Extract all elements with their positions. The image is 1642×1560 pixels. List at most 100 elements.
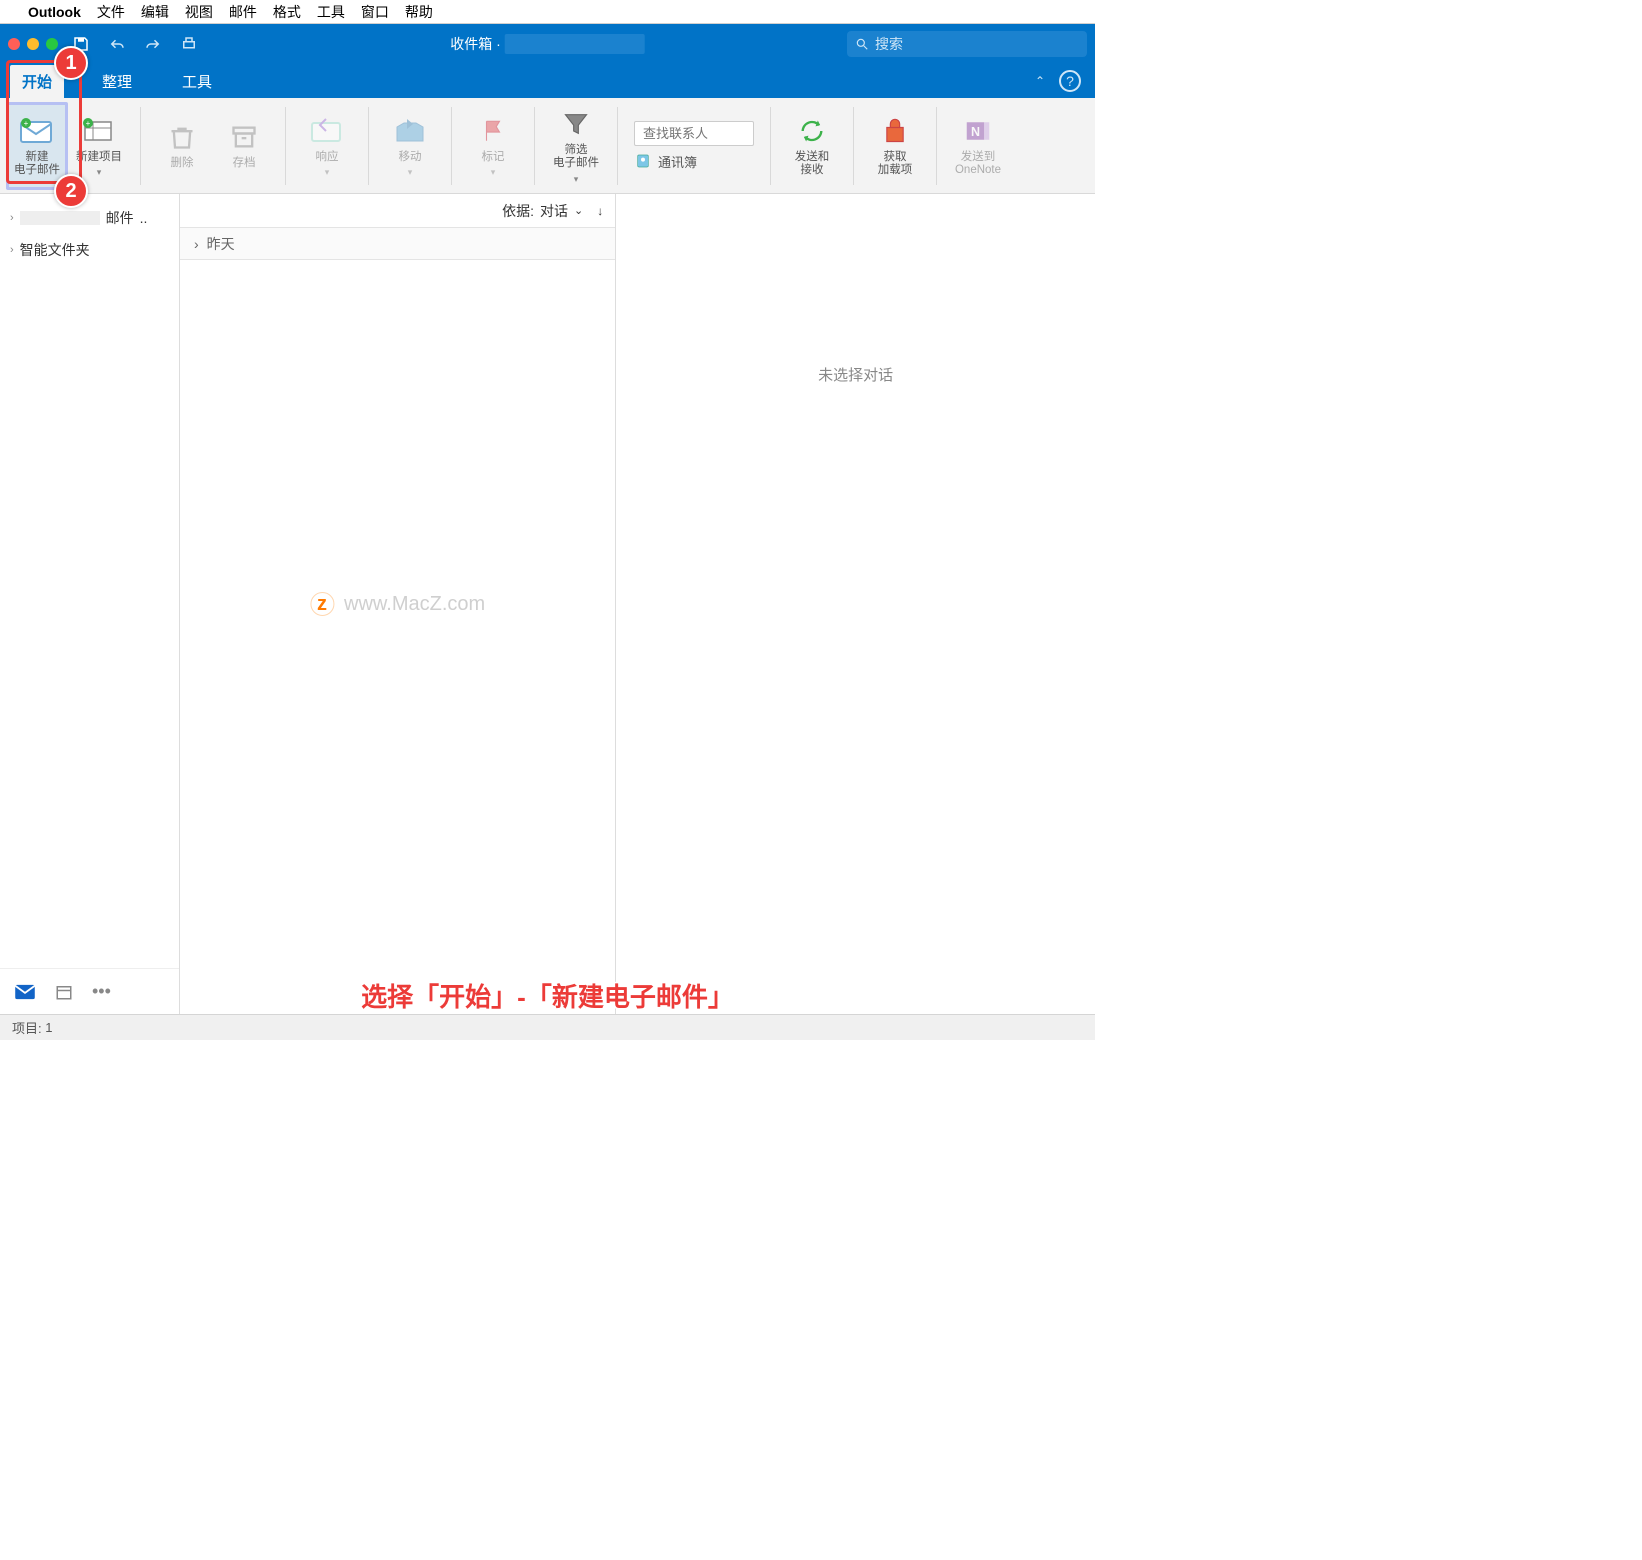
title-prefix: 收件箱 · <box>450 34 501 54</box>
sidebar-trailing: .. <box>140 210 148 226</box>
archive-icon <box>227 120 261 154</box>
chevron-right-icon: › <box>10 212 14 224</box>
move-button[interactable]: 移动 ▾ <box>379 102 441 190</box>
account-name-masked <box>505 34 645 54</box>
sort-bar[interactable]: 依据: 对话 ⌄ ↓ <box>180 194 615 228</box>
respond-button[interactable]: 响应 ▾ <box>296 102 358 190</box>
svg-text:+: + <box>24 119 29 128</box>
reply-icon <box>310 114 344 148</box>
mac-menu-help[interactable]: 帮助 <box>405 2 433 22</box>
chevron-down-icon: ▾ <box>325 167 330 177</box>
svg-text:N: N <box>971 125 980 139</box>
get-addins-label: 获取 加载项 <box>878 151 913 177</box>
watermark-text: www.MacZ.com <box>344 593 485 616</box>
window-controls <box>8 38 58 50</box>
ribbon: + 新建 电子邮件 + 新建项目 ▾ 删除 存档 响应 ▾ 移动 ▾ 标记 ▾ <box>0 98 1095 194</box>
flag-button[interactable]: 标记 ▾ <box>462 102 524 190</box>
chevron-down-icon: ⌄ <box>574 204 583 217</box>
mac-menu-view[interactable]: 视图 <box>185 2 213 22</box>
send-receive-label: 发送和 接收 <box>795 151 830 177</box>
filter-button[interactable]: 筛选 电子邮件 ▾ <box>545 102 607 190</box>
mac-menu-tools[interactable]: 工具 <box>317 2 345 22</box>
help-icon[interactable]: ? <box>1059 70 1081 92</box>
move-label: 移动 <box>399 151 422 164</box>
tab-tools[interactable]: 工具 <box>170 65 224 98</box>
quick-access-toolbar <box>72 35 198 53</box>
account-masked <box>20 211 100 225</box>
store-icon <box>878 114 912 148</box>
reading-pane: 未选择对话 <box>616 194 1095 1014</box>
search-box[interactable]: 搜索 <box>847 31 1087 57</box>
print-icon[interactable] <box>180 35 198 53</box>
send-onenote-label: 发送到 OneNote <box>955 151 1001 177</box>
chevron-right-icon: › <box>194 236 199 252</box>
new-email-button[interactable]: + 新建 电子邮件 <box>6 102 68 190</box>
annotation-badge-1: 1 <box>54 46 88 80</box>
folder-sidebar: › 邮件 .. › 智能文件夹 ••• <box>0 194 180 1014</box>
send-onenote-button[interactable]: N 发送到 OneNote <box>947 102 1009 190</box>
folder-move-icon <box>393 114 427 148</box>
search-icon <box>855 37 869 51</box>
group-yesterday[interactable]: › 昨天 <box>180 228 615 260</box>
mail-nav-icon[interactable] <box>14 984 36 1000</box>
sidebar-account-row[interactable]: › 邮件 .. <box>0 202 179 234</box>
undo-icon[interactable] <box>108 35 126 53</box>
archive-button[interactable]: 存档 <box>213 102 275 190</box>
mac-menu-file[interactable]: 文件 <box>97 2 125 22</box>
ribbon-separator <box>853 107 854 185</box>
ribbon-separator <box>534 107 535 185</box>
sidebar-nav-footer: ••• <box>0 968 179 1014</box>
ribbon-separator <box>451 107 452 185</box>
annotation-badge-2: 2 <box>54 174 88 208</box>
trash-icon <box>165 120 199 154</box>
more-nav-icon[interactable]: ••• <box>92 981 111 1002</box>
new-item-label: 新建项目 <box>76 151 122 164</box>
chevron-down-icon: ▾ <box>97 167 102 177</box>
minimize-window-button[interactable] <box>27 38 39 50</box>
group-label: 昨天 <box>207 234 235 254</box>
respond-label: 响应 <box>316 151 339 164</box>
status-items-label: 项目: <box>12 1018 42 1037</box>
smart-folders-label: 智能文件夹 <box>20 240 90 260</box>
address-book-icon <box>634 153 652 169</box>
mac-menu-format[interactable]: 格式 <box>273 2 301 22</box>
collapse-ribbon-icon[interactable]: ⌃ <box>1035 74 1045 88</box>
fullscreen-window-button[interactable] <box>46 38 58 50</box>
watermark: z www.MacZ.com <box>310 592 485 616</box>
chevron-down-icon: ▾ <box>491 167 496 177</box>
message-list: 依据: 对话 ⌄ ↓ › 昨天 z www.MacZ.com <box>180 194 616 1014</box>
mac-menu-edit[interactable]: 编辑 <box>141 2 169 22</box>
delete-label: 删除 <box>171 157 194 170</box>
sidebar-smart-folders[interactable]: › 智能文件夹 <box>0 234 179 266</box>
watermark-logo-icon: z <box>310 592 334 616</box>
chevron-down-icon: ▾ <box>574 174 579 184</box>
new-email-icon: + <box>20 114 54 148</box>
mac-menu-mail[interactable]: 邮件 <box>229 2 257 22</box>
close-window-button[interactable] <box>8 38 20 50</box>
chevron-right-icon: › <box>10 244 14 256</box>
svg-text:+: + <box>86 119 91 128</box>
get-addins-button[interactable]: 获取 加载项 <box>864 102 926 190</box>
window-title: 收件箱 · <box>450 34 645 54</box>
mac-menu-app[interactable]: Outlook <box>28 4 81 20</box>
ribbon-separator <box>285 107 286 185</box>
delete-button[interactable]: 删除 <box>151 102 213 190</box>
address-book-button[interactable]: 通讯簿 <box>634 152 754 171</box>
tab-organize[interactable]: 整理 <box>90 65 144 98</box>
redo-icon[interactable] <box>144 35 162 53</box>
annotation-caption: 选择「开始」-「新建电子邮件」 <box>361 977 734 1014</box>
status-bar: 项目: 1 <box>0 1014 1095 1040</box>
sort-direction-icon[interactable]: ↓ <box>597 204 603 218</box>
calendar-nav-icon[interactable] <box>54 983 74 1001</box>
ribbon-separator <box>936 107 937 185</box>
sidebar-account-suffix: 邮件 <box>106 208 134 228</box>
filter-label: 筛选 电子邮件 <box>553 144 599 170</box>
send-receive-button[interactable]: 发送和 接收 <box>781 102 843 190</box>
chevron-down-icon: ▾ <box>408 167 413 177</box>
mac-menu-window[interactable]: 窗口 <box>361 2 389 22</box>
sync-icon <box>795 114 829 148</box>
onenote-icon: N <box>961 114 995 148</box>
find-contacts-input[interactable] <box>634 121 754 146</box>
search-placeholder: 搜索 <box>875 34 903 54</box>
sort-label: 依据: <box>502 201 534 221</box>
